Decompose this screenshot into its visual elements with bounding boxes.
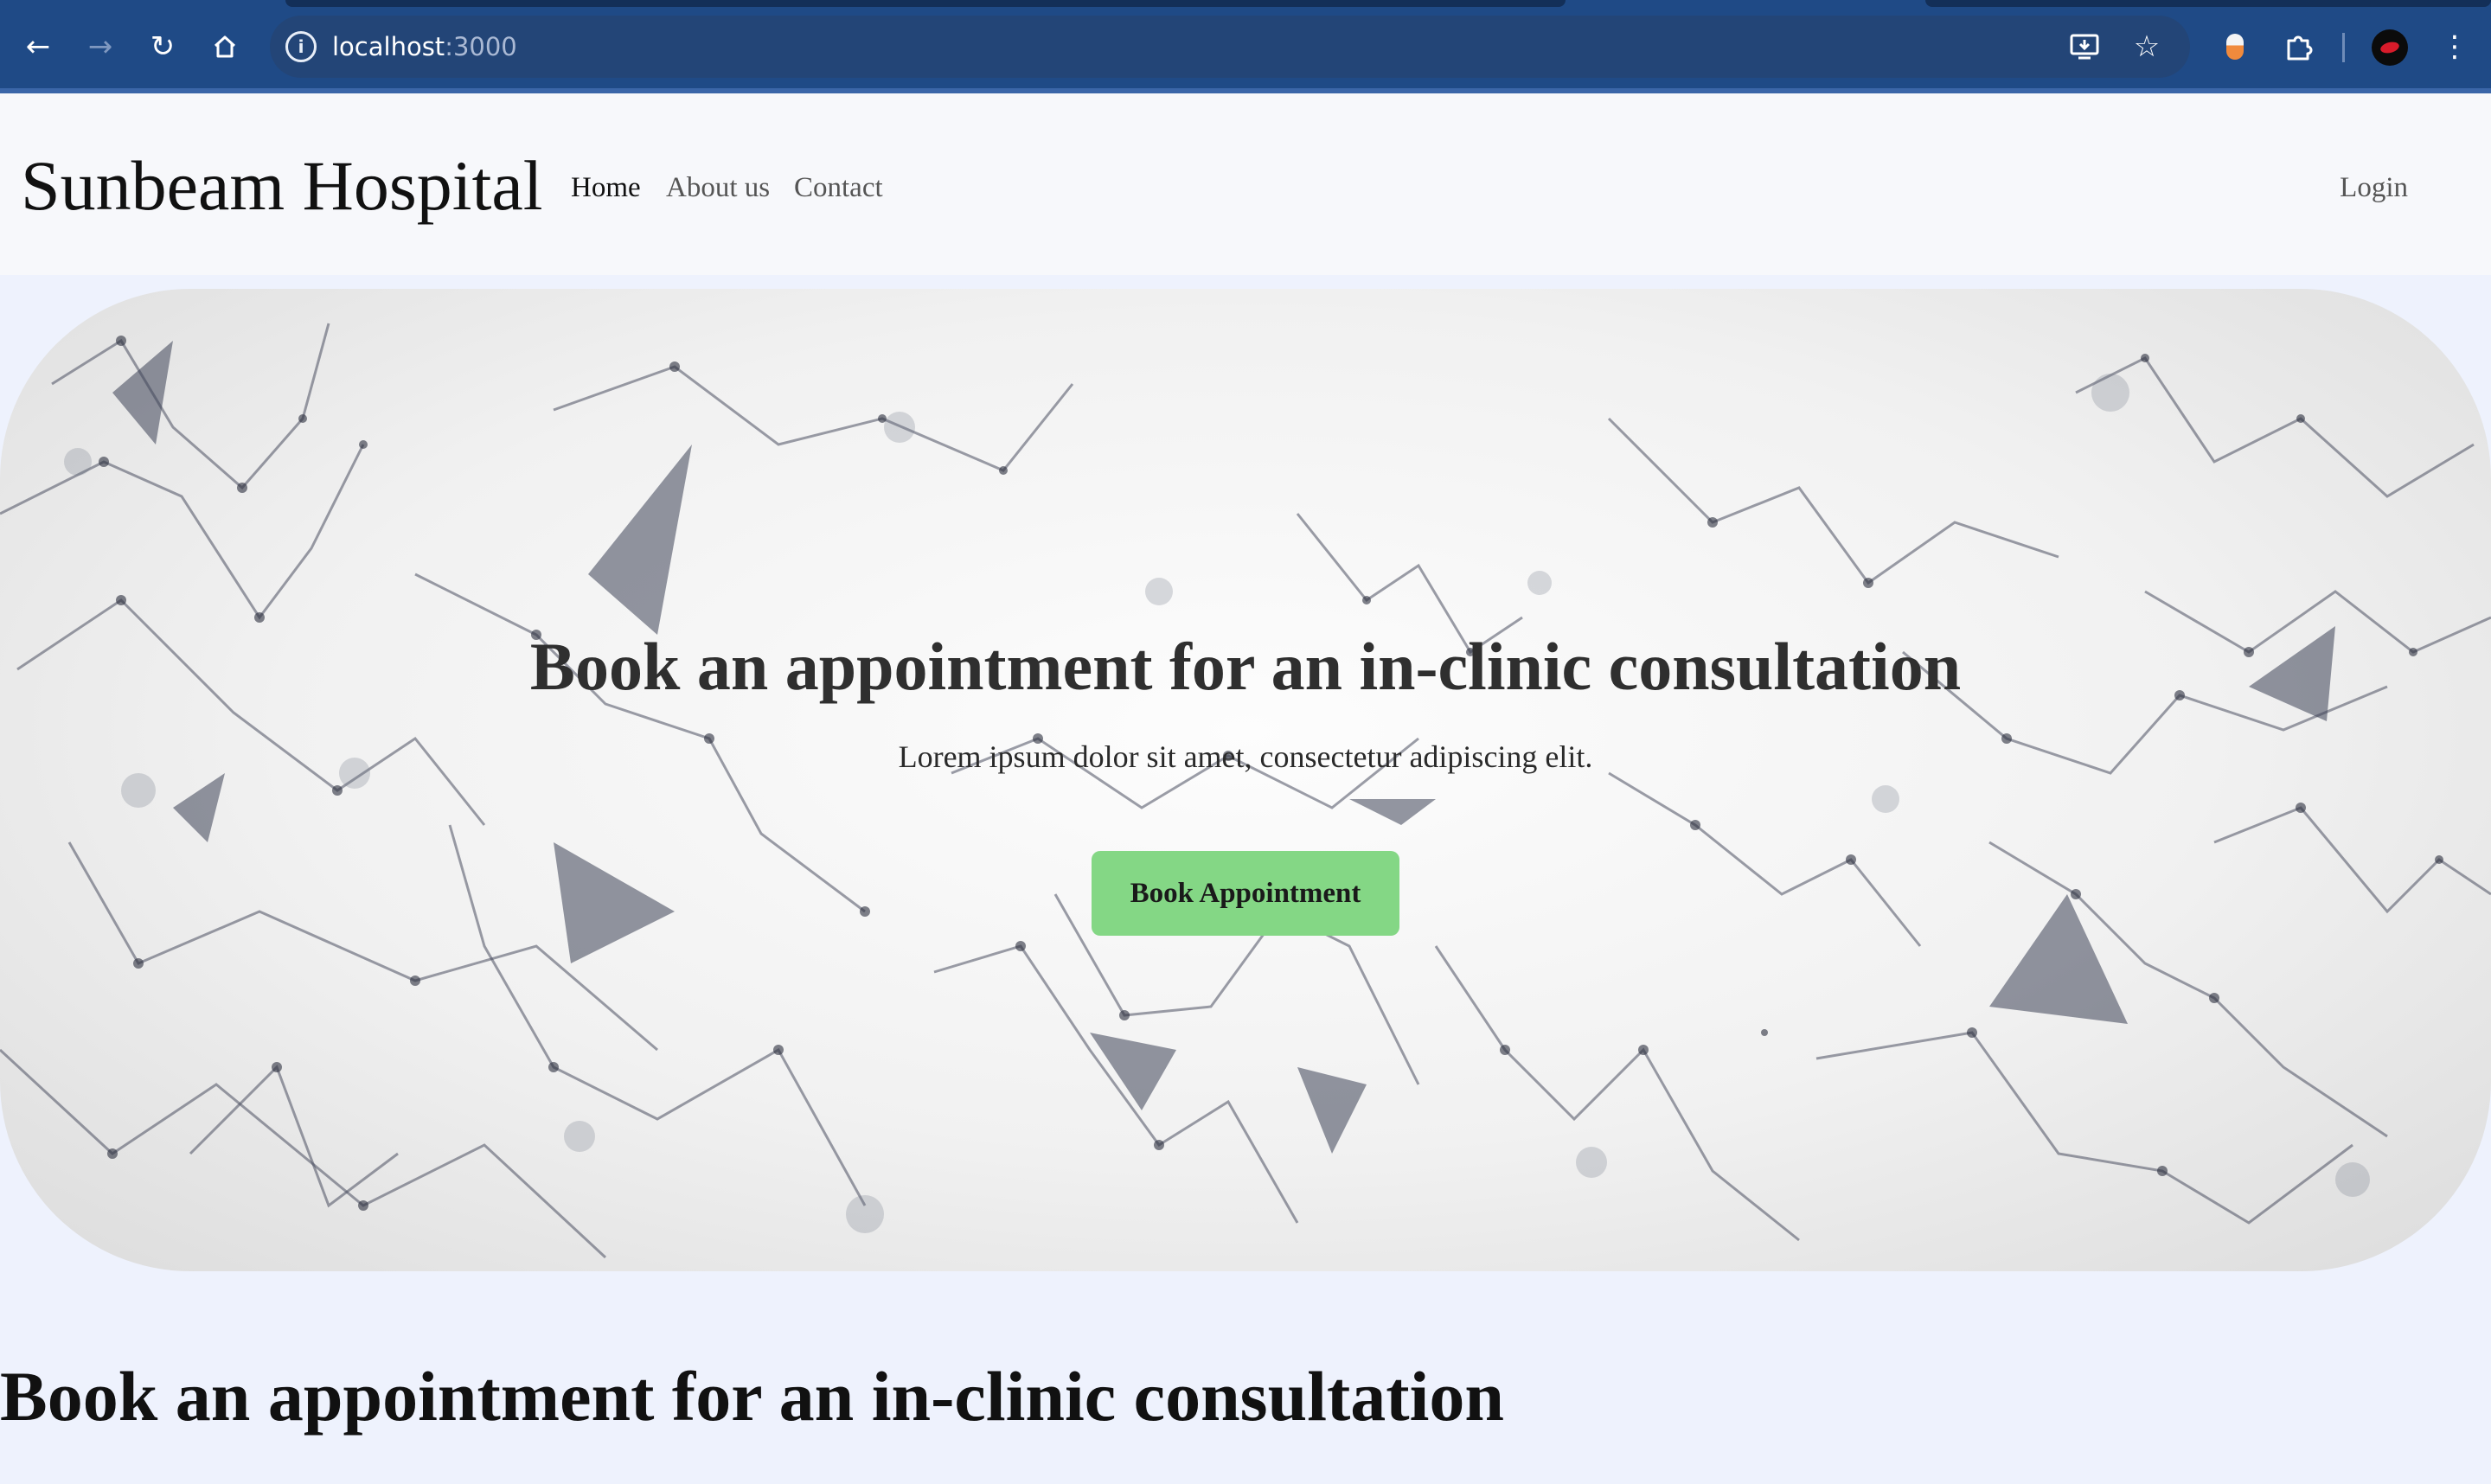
home-button[interactable]: [204, 26, 246, 67]
nav-home[interactable]: Home: [571, 171, 641, 206]
pill-extension-icon: [2226, 34, 2244, 60]
url-text[interactable]: localhost:3000: [332, 29, 517, 64]
back-button[interactable]: ←: [17, 26, 59, 67]
hero-subtitle: Lorem ipsum dolor sit amet, consectetur …: [898, 739, 1593, 774]
hero-title: Book an appointment for an in-clinic con…: [529, 629, 1962, 704]
tab-strip-edge: [285, 0, 1566, 7]
arrow-left-icon: ←: [25, 29, 51, 64]
reload-icon: ↻: [150, 29, 176, 64]
address-bar[interactable]: i localhost:3000 ☆: [270, 16, 2190, 78]
bookmark-button[interactable]: ☆: [2128, 28, 2166, 66]
arrow-right-icon: →: [87, 29, 113, 64]
brand-logo-text[interactable]: Sunbeam Hospital: [21, 150, 543, 221]
nav-contact[interactable]: Contact: [794, 171, 883, 206]
hero-banner: Book an appointment for an in-clinic con…: [0, 289, 2491, 1271]
extensions-button[interactable]: [2278, 26, 2320, 67]
reload-button[interactable]: ↻: [142, 26, 183, 67]
browser-menu-button[interactable]: ⋮: [2434, 26, 2475, 67]
extension-icon: [2287, 35, 2313, 61]
site-header: Sunbeam Hospital Home About us Contact L…: [0, 93, 2491, 275]
profile-avatar[interactable]: [2372, 29, 2408, 66]
info-icon[interactable]: i: [285, 31, 317, 62]
install-app-button[interactable]: [2065, 28, 2104, 66]
book-appointment-button[interactable]: Book Appointment: [1092, 851, 1399, 936]
kebab-menu-icon: ⋮: [2440, 29, 2469, 64]
toolbar-divider: [2342, 33, 2345, 62]
lips-icon: [2379, 40, 2401, 55]
extension-pinned-button[interactable]: [2214, 26, 2256, 67]
install-app-icon: [2070, 34, 2099, 60]
home-icon: [214, 35, 236, 58]
section-heading: Book an appointment for an in-clinic con…: [0, 1357, 1504, 1436]
nav-about-us[interactable]: About us: [666, 171, 770, 206]
network-background-image: [0, 323, 2491, 1259]
browser-toolbar: ← → ↻ i localhost:3000 ☆ ⋮: [0, 0, 2491, 88]
login-link[interactable]: Login: [2340, 171, 2408, 206]
tab-strip-edge: [1925, 0, 2491, 7]
star-icon: ☆: [2133, 29, 2161, 64]
forward-button[interactable]: →: [80, 26, 121, 67]
